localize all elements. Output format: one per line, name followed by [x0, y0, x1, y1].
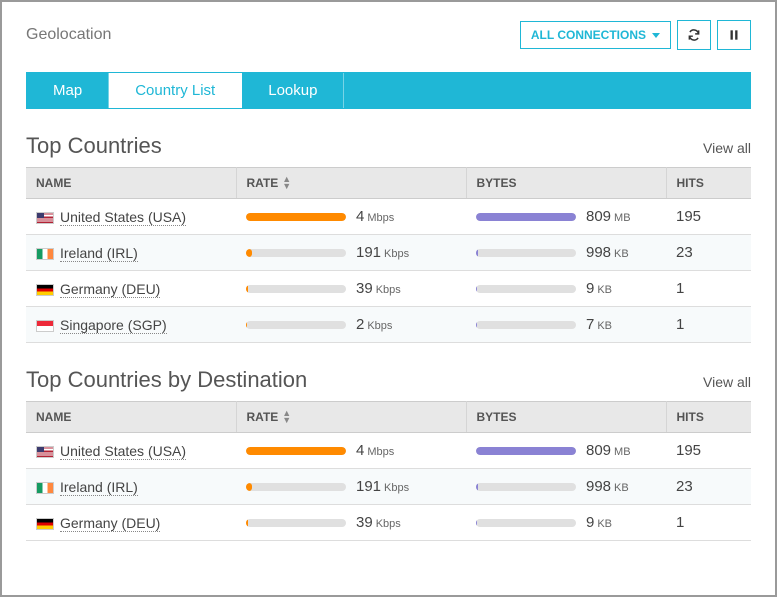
bytes-unit: KB: [597, 284, 612, 296]
rate-bar: [246, 519, 346, 527]
table-row: United States (USA) 4Mbps 809MB 195: [26, 433, 751, 469]
table-row: United States (USA) 4Mbps 809MB 195: [26, 199, 751, 235]
sort-icon: ▲▼: [282, 410, 291, 424]
rate-unit: Mbps: [367, 446, 394, 458]
rate-unit: Mbps: [367, 212, 394, 224]
page-title: Geolocation: [26, 26, 111, 44]
bytes-value: 809: [586, 208, 611, 225]
flag-icon: [36, 212, 54, 224]
bytes-bar: [476, 249, 576, 257]
rate-bar: [246, 249, 346, 257]
hits-value: 195: [676, 208, 701, 225]
table-row: Ireland (IRL) 191Kbps 998KB 23: [26, 235, 751, 271]
rate-bar: [246, 483, 346, 491]
sort-icon: ▲▼: [282, 176, 291, 190]
col-header-bytes[interactable]: BYTES: [466, 168, 666, 199]
flag-icon: [36, 284, 54, 296]
bytes-bar: [476, 519, 576, 527]
bytes-value: 9: [586, 280, 594, 297]
flag-icon: [36, 446, 54, 458]
bytes-unit: KB: [614, 248, 629, 260]
col-header-name[interactable]: NAME: [26, 402, 236, 433]
bytes-unit: MB: [614, 446, 631, 458]
refresh-button[interactable]: [677, 20, 711, 50]
country-link[interactable]: United States (USA): [60, 443, 186, 460]
section-title-top-countries: Top Countries: [26, 133, 162, 159]
flag-icon: [36, 482, 54, 494]
connections-filter-dropdown[interactable]: ALL CONNECTIONS: [520, 21, 671, 49]
rate-value: 39: [356, 280, 373, 297]
col-header-rate[interactable]: RATE▲▼: [236, 168, 466, 199]
view-all-link[interactable]: View all: [703, 140, 751, 156]
country-link[interactable]: United States (USA): [60, 209, 186, 226]
bytes-unit: KB: [614, 482, 629, 494]
tab-country-list[interactable]: Country List: [109, 73, 242, 108]
bytes-value: 809: [586, 442, 611, 459]
bytes-unit: KB: [597, 320, 612, 332]
bytes-value: 7: [586, 316, 594, 333]
country-link[interactable]: Singapore (SGP): [60, 317, 167, 334]
flag-icon: [36, 248, 54, 260]
top-countries-table: NAME RATE▲▼ BYTES HITS United States (US…: [26, 167, 751, 343]
rate-unit: Kbps: [367, 320, 392, 332]
hits-value: 1: [676, 514, 684, 531]
rate-value: 39: [356, 514, 373, 531]
rate-value: 191: [356, 244, 381, 261]
bytes-value: 998: [586, 478, 611, 495]
tab-lookup[interactable]: Lookup: [242, 73, 344, 108]
table-row: Germany (DEU) 39Kbps 9KB 1: [26, 505, 751, 541]
section-title-by-destination: Top Countries by Destination: [26, 367, 307, 393]
bytes-unit: MB: [614, 212, 631, 224]
table-row: Germany (DEU) 39Kbps 9KB 1: [26, 271, 751, 307]
rate-bar: [246, 447, 346, 455]
bytes-value: 9: [586, 514, 594, 531]
hits-value: 23: [676, 244, 693, 261]
col-header-name[interactable]: NAME: [26, 168, 236, 199]
rate-value: 2: [356, 316, 364, 333]
table-row: Singapore (SGP) 2Kbps 7KB 1: [26, 307, 751, 343]
hits-value: 1: [676, 316, 684, 333]
pause-icon: [727, 28, 741, 42]
rate-bar: [246, 321, 346, 329]
tab-map[interactable]: Map: [27, 73, 109, 108]
bytes-bar: [476, 321, 576, 329]
rate-unit: Kbps: [384, 482, 409, 494]
pause-button[interactable]: [717, 20, 751, 50]
view-all-link[interactable]: View all: [703, 374, 751, 390]
col-header-bytes[interactable]: BYTES: [466, 402, 666, 433]
rate-bar: [246, 285, 346, 293]
flag-icon: [36, 320, 54, 332]
bytes-unit: KB: [597, 518, 612, 530]
bytes-value: 998: [586, 244, 611, 261]
hits-value: 1: [676, 280, 684, 297]
country-link[interactable]: Germany (DEU): [60, 281, 160, 298]
hits-value: 23: [676, 478, 693, 495]
country-link[interactable]: Germany (DEU): [60, 515, 160, 532]
flag-icon: [36, 518, 54, 530]
hits-value: 195: [676, 442, 701, 459]
rate-unit: Kbps: [376, 518, 401, 530]
bytes-bar: [476, 213, 576, 221]
rate-bar: [246, 213, 346, 221]
top-countries-by-dest-table: NAME RATE▲▼ BYTES HITS United States (US…: [26, 401, 751, 541]
col-header-hits[interactable]: HITS: [666, 402, 751, 433]
col-header-hits[interactable]: HITS: [666, 168, 751, 199]
bytes-bar: [476, 447, 576, 455]
rate-value: 4: [356, 208, 364, 225]
table-row: Ireland (IRL) 191Kbps 998KB 23: [26, 469, 751, 505]
rate-unit: Kbps: [384, 248, 409, 260]
caret-down-icon: [652, 33, 660, 38]
rate-value: 4: [356, 442, 364, 459]
bytes-bar: [476, 483, 576, 491]
connections-filter-label: ALL CONNECTIONS: [531, 28, 646, 42]
country-link[interactable]: Ireland (IRL): [60, 245, 138, 262]
refresh-icon: [687, 28, 701, 42]
rate-unit: Kbps: [376, 284, 401, 296]
col-header-rate[interactable]: RATE▲▼: [236, 402, 466, 433]
bytes-bar: [476, 285, 576, 293]
country-link[interactable]: Ireland (IRL): [60, 479, 138, 496]
tab-bar: Map Country List Lookup: [26, 72, 751, 109]
rate-value: 191: [356, 478, 381, 495]
